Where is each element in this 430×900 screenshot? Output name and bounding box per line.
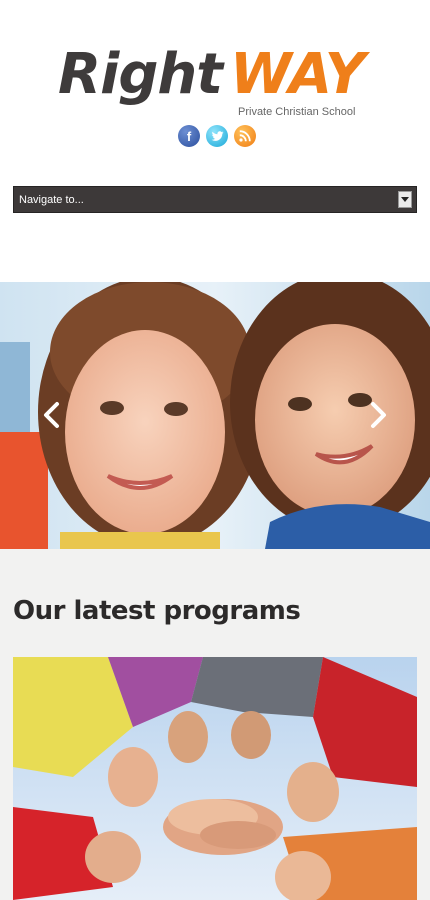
rss-waves-glyph <box>239 130 251 142</box>
facebook-icon[interactable]: f <box>178 125 200 147</box>
program-image[interactable] <box>13 657 417 900</box>
logo-word-right: Right <box>58 42 223 107</box>
site-logo[interactable]: Right WAY Private Christian School <box>58 40 378 120</box>
navigate-to-select[interactable]: Navigate to... <box>13 186 417 213</box>
social-links: f <box>178 125 256 147</box>
main-content: Our latest programs <box>0 549 430 900</box>
twitter-bird-glyph <box>211 130 223 141</box>
logo-word-way: WAY <box>230 42 365 107</box>
hero-slider <box>0 282 430 549</box>
programs-heading: Our latest programs <box>13 596 301 626</box>
navigate-to-value: Navigate to... <box>19 193 84 206</box>
program-photo <box>13 657 417 900</box>
logo-tagline: Private Christian School <box>238 106 356 118</box>
twitter-icon[interactable] <box>206 125 228 147</box>
facebook-glyph: f <box>186 128 192 144</box>
chevron-down-icon[interactable] <box>398 191 412 208</box>
chevron-left-icon[interactable] <box>40 400 64 430</box>
site-header: Right WAY Private Christian School f Nav… <box>0 0 430 282</box>
rss-icon[interactable] <box>234 125 256 147</box>
chevron-right-icon[interactable] <box>366 400 390 430</box>
